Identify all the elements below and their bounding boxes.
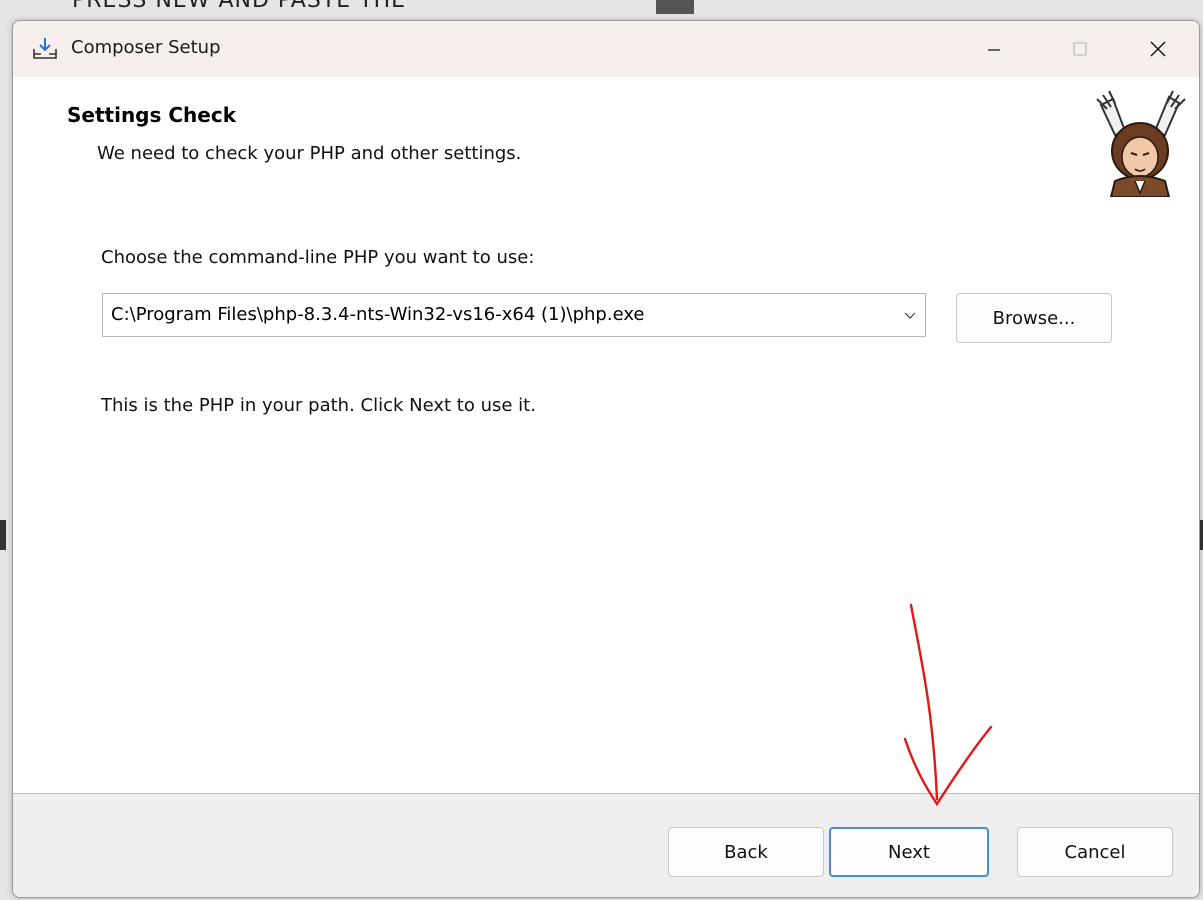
title-bar[interactable]: Composer Setup bbox=[13, 21, 1199, 77]
background-window-text: PRESS NEW AND PASTE THE bbox=[72, 0, 407, 13]
back-button[interactable]: Back bbox=[668, 827, 824, 877]
download-tray-icon bbox=[33, 38, 57, 59]
close-icon bbox=[1150, 41, 1166, 57]
background-edge-left bbox=[0, 520, 6, 550]
maximize-icon bbox=[1073, 42, 1087, 56]
page-subtitle: We need to check your PHP and other sett… bbox=[97, 143, 522, 164]
chevron-down-icon bbox=[904, 312, 916, 319]
background-scroll-thumb bbox=[656, 0, 694, 14]
page-title: Settings Check bbox=[67, 103, 237, 127]
browse-button[interactable]: Browse... bbox=[956, 293, 1112, 343]
php-info-text: This is the PHP in your path. Click Next… bbox=[101, 395, 536, 416]
php-path-select[interactable]: C:\Program Files\php-8.3.4-nts-Win32-vs1… bbox=[102, 293, 926, 337]
minimize-icon bbox=[988, 49, 1000, 51]
cancel-button[interactable]: Cancel bbox=[1017, 827, 1173, 877]
choose-php-label: Choose the command-line PHP you want to … bbox=[101, 247, 535, 268]
minimize-button[interactable] bbox=[951, 21, 1037, 77]
close-button[interactable] bbox=[1115, 21, 1199, 77]
composer-logo-icon bbox=[1096, 90, 1186, 197]
red-arrow-annotation bbox=[903, 603, 993, 807]
maximize-button[interactable] bbox=[1037, 21, 1123, 77]
next-button[interactable]: Next bbox=[829, 827, 989, 877]
window-title: Composer Setup bbox=[71, 37, 221, 58]
php-path-value: C:\Program Files\php-8.3.4-nts-Win32-vs1… bbox=[111, 304, 645, 325]
composer-setup-window: Composer Setup Settings Check We need to… bbox=[12, 20, 1200, 898]
